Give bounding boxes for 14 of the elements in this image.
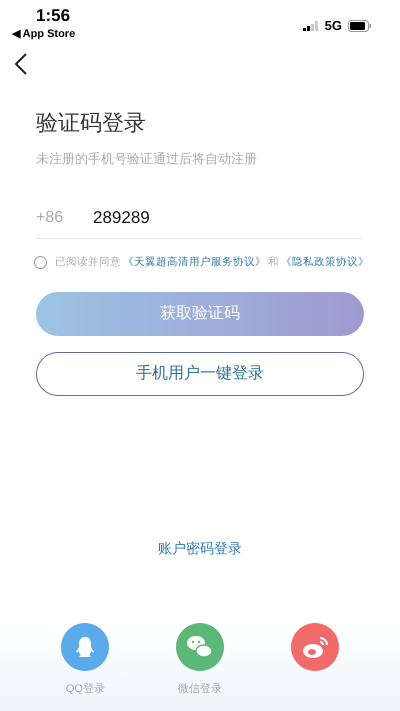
social-login-label: QQ登录 bbox=[66, 682, 105, 697]
agreement-link[interactable]: 《天翼超高清用户服务协议》 bbox=[123, 254, 266, 270]
agreement-text: 已阅读并同意 bbox=[55, 254, 121, 270]
one-tap-login-button[interactable]: 手机用户一键登录 bbox=[36, 352, 364, 396]
subtitle: 未注册的手机号验证通过后将自动注册 bbox=[36, 150, 258, 168]
network-label: 5G bbox=[324, 17, 342, 36]
phone-field[interactable]: +86 289289 bbox=[36, 198, 362, 238]
page-title: 验证码登录 bbox=[36, 109, 147, 137]
social-login-label: 微信登录 bbox=[178, 682, 222, 697]
password-login-link[interactable]: 账户密码登录 bbox=[158, 538, 242, 559]
agreement-text: 和 bbox=[268, 254, 279, 270]
status-time: 1:56 bbox=[35, 6, 72, 26]
agreement-link[interactable]: 《隐私政策协议》 bbox=[281, 254, 369, 270]
back-to-app-link[interactable]: ◀ App Store bbox=[12, 26, 76, 42]
